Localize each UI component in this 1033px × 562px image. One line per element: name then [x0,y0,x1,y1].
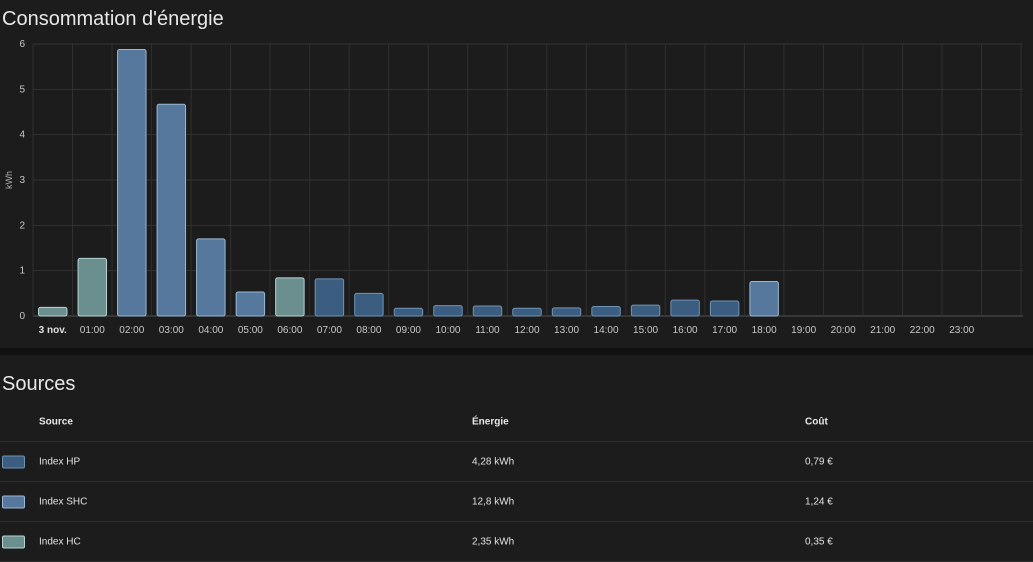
x-tick-label: 18:00 [752,325,777,336]
bar-index-shc[interactable] [749,281,779,317]
bar-index-shc[interactable] [235,291,266,317]
bar-index-hp[interactable] [354,292,384,317]
x-tick-label: 14:00 [594,325,619,336]
y-tick-label: 3 [19,175,25,186]
bar-index-hp[interactable] [393,307,424,317]
x-tick-label: 15:00 [633,325,658,336]
x-tick-label: 06:00 [277,325,302,336]
bar-index-hp[interactable] [670,299,700,317]
table-row[interactable]: Index HC 2,35 kWh 0,35 € [0,522,1033,562]
x-tick-label: 05:00 [238,325,263,336]
bar-index-hp[interactable] [591,305,621,317]
x-tick-label: 08:00 [356,325,381,336]
y-tick-label: 1 [19,266,25,277]
x-tick-label: 22:00 [910,325,935,336]
table-row[interactable]: Index HP 4,28 kWh 0,79 € [0,442,1033,482]
source-name: Index HP [39,456,81,467]
x-tick-label: 13:00 [554,325,579,336]
x-tick-label: 20:00 [831,325,856,336]
bar-index-hp[interactable] [709,300,740,317]
sources-table: Source Énergie Coût Index HP 4,28 kWh 0,… [0,402,1033,562]
y-tick-label: 0 [19,311,25,322]
column-header-source: Source [39,416,73,427]
energy-bar-chart[interactable]: 0 1 2 3 4 5 6 kWh 3 nov. 01:00 02:00 03:00 04:00 05:0… [0,0,1033,348]
bar-index-hc[interactable] [38,306,68,317]
x-tick-label: 3 nov. [39,325,67,336]
x-tick-label: 04:00 [198,325,223,336]
source-color-swatch [2,535,25,548]
x-tick-label: 03:00 [159,325,184,336]
energy-consumption-card: Consommation d'énergie 0 1 2 3 4 5 6 kWh 3 nov. 0… [0,0,1033,348]
source-cost: 0,79 € [805,456,833,467]
x-tick-label: 19:00 [791,325,816,336]
x-tick-label: 16:00 [673,325,698,336]
x-tick-label: 10:00 [435,325,460,336]
x-tick-label: 12:00 [514,325,539,336]
y-tick-label: 2 [19,220,25,231]
source-energy: 2,35 kWh [472,536,515,547]
source-energy: 12,8 kWh [472,496,515,507]
y-tick-label: 6 [19,39,25,50]
bar-index-shc[interactable] [156,103,187,317]
bar-index-hp[interactable] [472,305,503,317]
bar-index-hp[interactable] [551,307,582,317]
y-tick-label: 5 [19,84,25,95]
column-header-energy: Énergie [472,416,509,427]
source-cost: 0,35 € [805,536,833,547]
source-cost: 1,24 € [805,496,833,507]
source-name: Index HC [39,536,81,547]
table-row[interactable]: Index SHC 12,8 kWh 1,24 € [0,482,1033,522]
source-name: Index SHC [39,496,88,507]
x-tick-label: 21:00 [870,325,895,336]
source-color-swatch [2,455,25,468]
bar-index-hc[interactable] [275,277,305,317]
source-energy: 4,28 kWh [472,456,515,467]
bar-index-shc[interactable] [196,238,226,317]
source-color-swatch [2,495,25,508]
y-tick-label: 4 [19,130,25,141]
bar-index-hp[interactable] [433,305,463,317]
y-axis-label: kWh [4,171,14,189]
table-header-row: Source Énergie Coût [0,402,1033,442]
x-tick-label: 07:00 [317,325,342,336]
x-tick-label: 01:00 [80,325,105,336]
bar-index-hp[interactable] [512,307,542,317]
x-tick-label: 09:00 [396,325,421,336]
bar-index-hp[interactable] [314,278,345,317]
bar-index-hc[interactable] [77,257,108,317]
x-tick-label: 23:00 [949,325,974,336]
x-tick-label: 02:00 [119,325,144,336]
x-tick-label: 11:00 [475,325,500,336]
column-header-cost: Coût [805,416,828,427]
sources-card: Sources Source Énergie Coût Index HP 4,2… [0,355,1033,562]
bar-index-shc[interactable] [117,48,147,317]
sources-card-title: Sources [2,373,76,395]
x-tick-label: 17:00 [712,325,737,336]
bar-index-hp[interactable] [630,304,661,317]
